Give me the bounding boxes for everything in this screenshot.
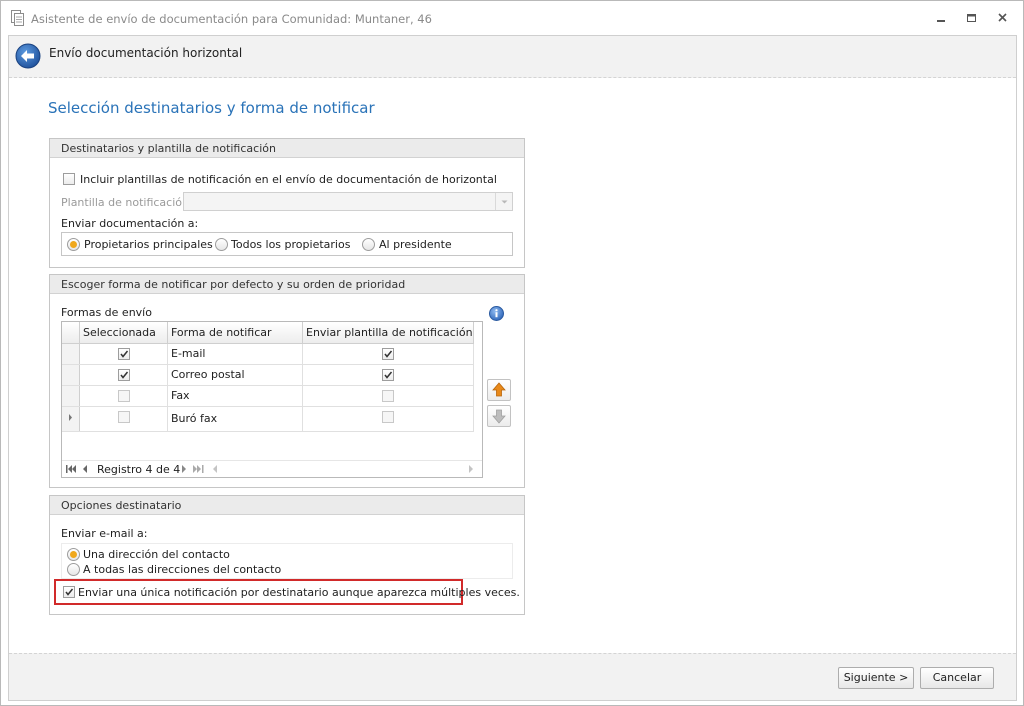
send-to-radio-group: Propietarios principales Todos los propi… [61,232,513,256]
row-indicator[interactable] [62,385,80,407]
row-selected-checkbox[interactable] [117,389,130,402]
radio-all-addresses[interactable] [67,563,80,576]
back-arrow-icon[interactable] [15,43,41,69]
row-method[interactable]: Buró fax [167,406,303,432]
app-document-icon [11,10,25,26]
table-row[interactable]: Buró fax [62,406,474,432]
cancel-button[interactable]: Cancelar [920,667,994,689]
radio-one-address-label: Una dirección del contacto [83,548,230,561]
recipients-group: Destinatarios y plantilla de notificació… [49,138,525,268]
wizard-header: Envío documentación horizontal [9,36,1016,78]
page-title: Selección destinatarios y forma de notif… [48,99,375,117]
table-row[interactable]: Fax [62,385,474,407]
wizard-frame: Envío documentación horizontal Selección… [8,35,1017,701]
radio-one-address[interactable] [67,548,80,561]
send-to-label: Enviar documentación a: [61,217,199,230]
methods-grid-label: Formas de envío [61,306,152,319]
methods-group: Escoger forma de notificar por defecto y… [49,274,525,488]
row-indicator[interactable] [62,364,80,386]
row-selected-checkbox[interactable] [117,347,130,360]
radio-president-label: Al presidente [379,238,452,251]
row-indicator-current[interactable] [62,406,80,432]
wizard-window: Asistente de envío de documentación para… [0,0,1024,706]
row-template-checkbox[interactable] [381,347,394,360]
row-template-checkbox[interactable] [381,410,394,423]
radio-main-owners-label: Propietarios principales [84,238,213,251]
recipient-options-group-title: Opciones destinatario [50,496,524,515]
move-up-button[interactable] [487,379,511,401]
radio-all-addresses-label: A todas las direcciones del contacto [83,563,282,576]
row-method[interactable]: E-mail [167,343,303,365]
scroll-right-icon[interactable] [468,464,474,474]
last-record-icon[interactable] [193,464,205,474]
scroll-left-icon[interactable] [212,464,218,474]
next-record-icon[interactable] [181,464,187,474]
grid-indicator-header [62,322,80,344]
email-radio-group: Una dirección del contacto A todas las d… [61,543,513,579]
template-label: Plantilla de notificación: [61,196,193,209]
email-to-label: Enviar e-mail a: [61,527,148,540]
minimize-button[interactable] [933,11,949,25]
close-button[interactable] [995,11,1011,25]
restore-button[interactable] [964,11,980,25]
arrow-up-icon [492,382,506,397]
methods-group-title: Escoger forma de notificar por defecto y… [50,275,524,294]
arrow-down-icon [492,409,506,424]
previous-record-icon[interactable] [82,464,88,474]
single-notification-label: Enviar una única notificación por destin… [78,586,520,599]
row-indicator[interactable] [62,343,80,365]
wizard-footer: Siguiente > Cancelar [9,653,1016,700]
move-down-button[interactable] [487,405,511,427]
template-combo[interactable] [183,192,513,211]
radio-main-owners[interactable] [67,238,80,251]
table-row[interactable]: E-mail [62,343,474,365]
recipients-group-title: Destinatarios y plantilla de notificació… [50,139,524,158]
table-row[interactable]: Correo postal [62,364,474,386]
column-header-send-template[interactable]: Enviar plantilla de notificación [302,322,474,344]
record-navigator: Registro 4 de 4 [62,460,482,477]
row-method[interactable]: Correo postal [167,364,303,386]
radio-president[interactable] [362,238,375,251]
row-template-checkbox[interactable] [381,368,394,381]
window-title: Asistente de envío de documentación para… [31,12,432,26]
row-selected-checkbox[interactable] [117,368,130,381]
radio-all-owners[interactable] [215,238,228,251]
wizard-header-title: Envío documentación horizontal [49,46,243,60]
radio-all-owners-label: Todos los propietarios [231,238,351,251]
title-bar: Asistente de envío de documentación para… [1,1,1023,35]
single-notification-checkbox[interactable] [63,586,75,598]
next-button[interactable]: Siguiente > [838,667,914,689]
row-template-checkbox[interactable] [381,389,394,402]
info-icon[interactable] [489,306,504,321]
first-record-icon[interactable] [66,464,76,474]
chevron-down-icon[interactable] [495,193,512,210]
record-counter: Registro 4 de 4 [97,463,181,476]
column-header-selected[interactable]: Seleccionada [79,322,168,344]
include-templates-checkbox[interactable] [63,173,75,185]
column-header-method[interactable]: Forma de notificar [167,322,303,344]
row-method[interactable]: Fax [167,385,303,407]
include-templates-label: Incluir plantillas de notificación en el… [80,173,497,186]
methods-grid: Seleccionada Forma de notificar Enviar p… [61,321,483,478]
row-selected-checkbox[interactable] [117,410,130,423]
recipient-options-group: Opciones destinatario Enviar e-mail a: U… [49,495,525,615]
